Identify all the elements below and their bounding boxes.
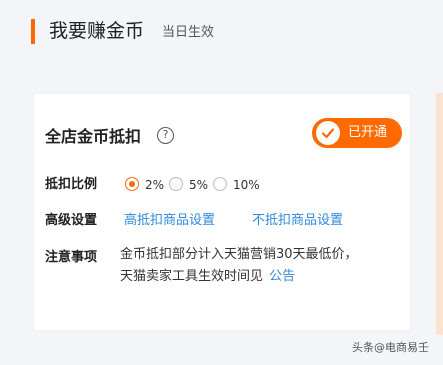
radio-circle-icon: [169, 177, 183, 191]
notice-text-line2: 天猫卖家工具生效时间见 公告: [120, 269, 296, 284]
card-title: 全店金币抵扣: [45, 127, 142, 146]
page-header: 我要赚金币 当日生效: [0, 0, 443, 62]
radio-circle-icon: [213, 177, 227, 191]
high-deduction-products-link[interactable]: 高抵扣商品设置: [124, 212, 215, 230]
notice-label: 注意事项: [45, 250, 98, 265]
help-icon[interactable]: ?: [157, 127, 174, 144]
title-accent-bar: [31, 19, 35, 44]
announcement-link[interactable]: 公告: [269, 269, 295, 284]
watermark: 头条@电商易壬: [352, 341, 429, 354]
page-subtitle: 当日生效: [162, 25, 215, 40]
enabled-toggle-button[interactable]: 已开通: [312, 118, 402, 148]
adjacent-card-edge: [436, 93, 443, 335]
notice-text-line1: 金币抵扣部分计入天猫营销30天最低价，: [120, 247, 358, 262]
no-deduction-products-link[interactable]: 不抵扣商品设置: [252, 212, 343, 230]
radio-circle-icon: [125, 177, 139, 191]
advanced-settings-label: 高级设置: [45, 213, 98, 228]
check-icon: [316, 121, 340, 145]
page-title: 我要赚金币: [49, 20, 145, 42]
enabled-label: 已开通: [348, 125, 388, 140]
coin-deduction-card: 全店金币抵扣 ? 已开通 抵扣比例 2% 5% 10% 高级设置 高抵扣商品设置…: [33, 93, 411, 331]
ratio-label: 抵扣比例: [45, 177, 98, 192]
